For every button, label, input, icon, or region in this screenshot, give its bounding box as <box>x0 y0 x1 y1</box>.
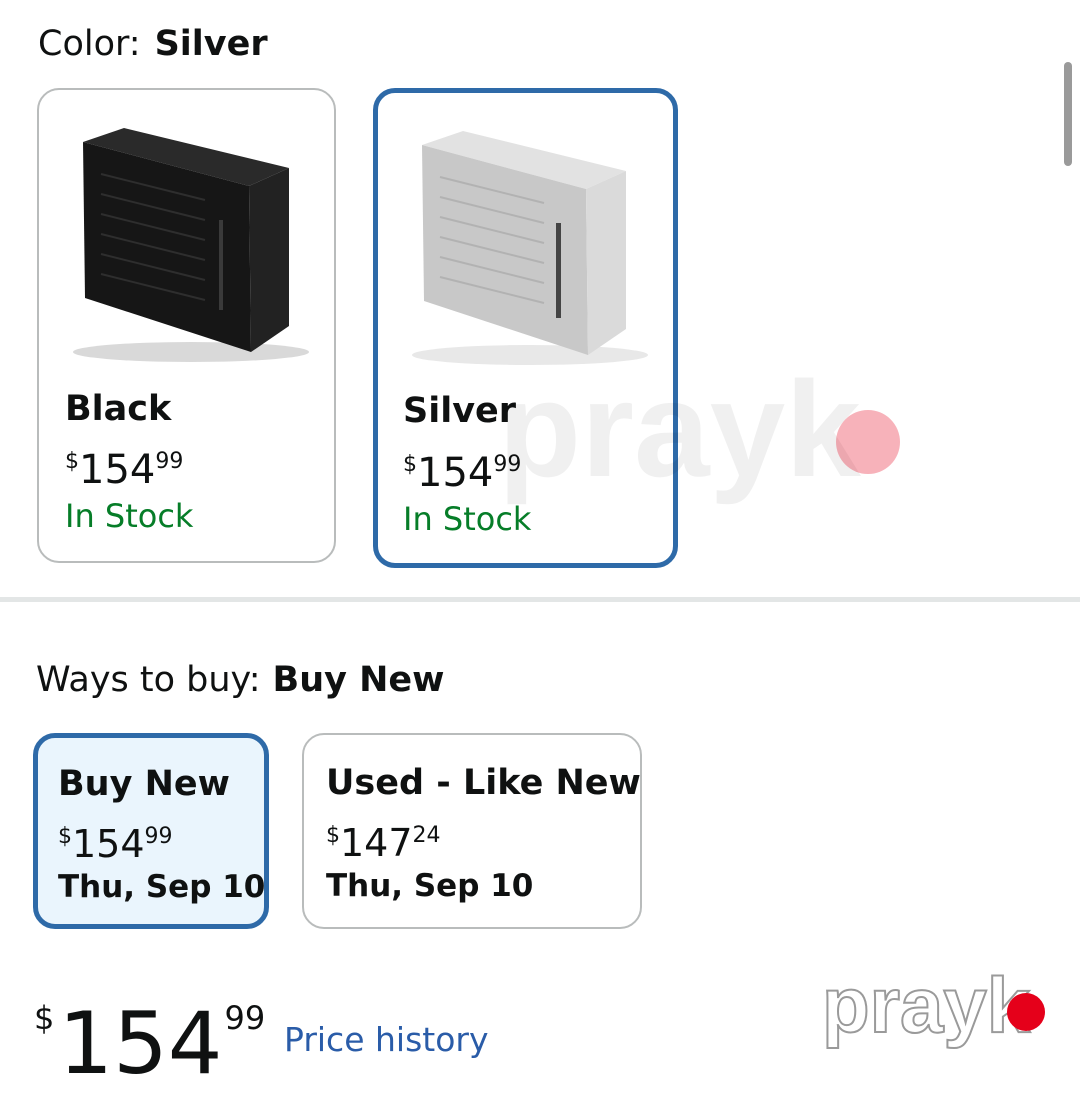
ways-to-buy-label: Ways to buy: <box>36 660 261 700</box>
watermark-corner-text: prayk <box>822 968 1031 1049</box>
watermark-logo: prayk <box>498 368 900 505</box>
section-divider <box>0 597 1080 602</box>
color-label: Color: <box>38 24 141 64</box>
buy-option-new-title: Buy New <box>58 764 230 804</box>
scrollbar[interactable] <box>1064 62 1072 166</box>
buy-option-used-delivery: Thu, Sep 10 <box>326 868 534 904</box>
swatch-black-name: Black <box>65 389 172 429</box>
buy-option-new-price: $15499 <box>58 822 173 866</box>
main-price: $15499 <box>34 994 266 1094</box>
buy-option-new[interactable]: Buy New $15499 Thu, Sep 10 <box>33 733 269 929</box>
buy-option-used-title: Used - Like New <box>326 763 641 803</box>
silver-case-image <box>412 131 648 365</box>
price-history-link[interactable]: Price history <box>284 1018 489 1062</box>
ways-to-buy-selected: Buy New <box>272 660 445 700</box>
swatch-black-price: $15499 <box>65 447 184 493</box>
buy-option-used[interactable]: Used - Like New $14724 Thu, Sep 10 <box>302 733 642 929</box>
color-label-row: Color: Silver <box>38 22 268 66</box>
color-selected-value: Silver <box>154 24 268 64</box>
black-case-image <box>73 128 309 362</box>
buy-option-new-delivery: Thu, Sep 10 <box>58 869 266 905</box>
watermark-text: prayk <box>498 368 861 505</box>
swatch-black-availability: In Stock <box>65 497 194 535</box>
buy-option-used-price: $14724 <box>326 821 441 865</box>
ways-to-buy-row: Ways to buy: Buy New <box>36 658 444 702</box>
watermark-corner-logo: prayk <box>821 968 1045 1050</box>
swatch-black[interactable]: Black $15499 In Stock <box>37 88 336 563</box>
